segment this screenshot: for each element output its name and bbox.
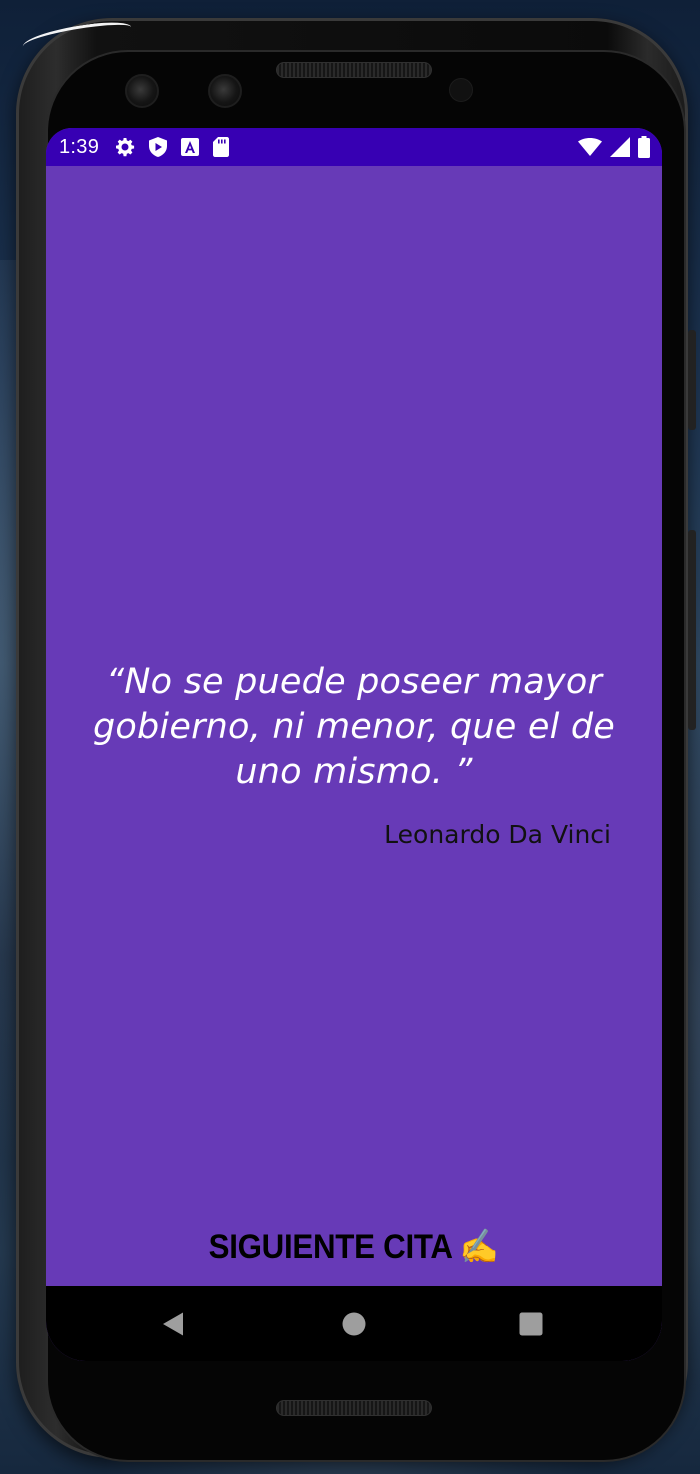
font-a-icon [181, 138, 200, 156]
quote-text: “No se puede poseer mayor gobierno, ni m… [92, 662, 616, 792]
signal-icon [610, 137, 630, 157]
app-screen: 1:39 “No se puede poseer mayor gobierno,… [46, 128, 662, 1361]
front-camera-icon [125, 74, 159, 108]
power-button[interactable] [688, 530, 696, 730]
earpiece-speaker [276, 62, 432, 78]
status-bar: 1:39 [46, 128, 662, 166]
home-icon [342, 1312, 366, 1335]
status-time: 1:39 [59, 135, 100, 158]
bottom-speaker [276, 1400, 432, 1416]
quote-author: Leonardo Da Vinci [384, 820, 611, 849]
back-button[interactable] [134, 1286, 214, 1361]
recents-icon [519, 1312, 543, 1335]
back-icon [163, 1312, 183, 1335]
recents-button[interactable] [491, 1286, 571, 1361]
front-camera-icon [208, 74, 242, 108]
battery-icon [638, 136, 650, 158]
wifi-icon [578, 138, 602, 156]
sd-card-icon [213, 137, 230, 157]
proximity-sensor [449, 78, 473, 102]
volume-button[interactable] [688, 330, 696, 430]
home-button[interactable] [314, 1286, 394, 1361]
navigation-bar [46, 1286, 662, 1361]
quote-container: “No se puede poseer mayor gobierno, ni m… [46, 166, 662, 1286]
gear-icon [115, 137, 135, 157]
next-quote-button[interactable]: SIGUIENTE CITA ✍ [46, 1212, 662, 1282]
shield-play-icon [149, 137, 168, 157]
next-quote-label: SIGUIENTE CITA ✍ [208, 1228, 500, 1266]
